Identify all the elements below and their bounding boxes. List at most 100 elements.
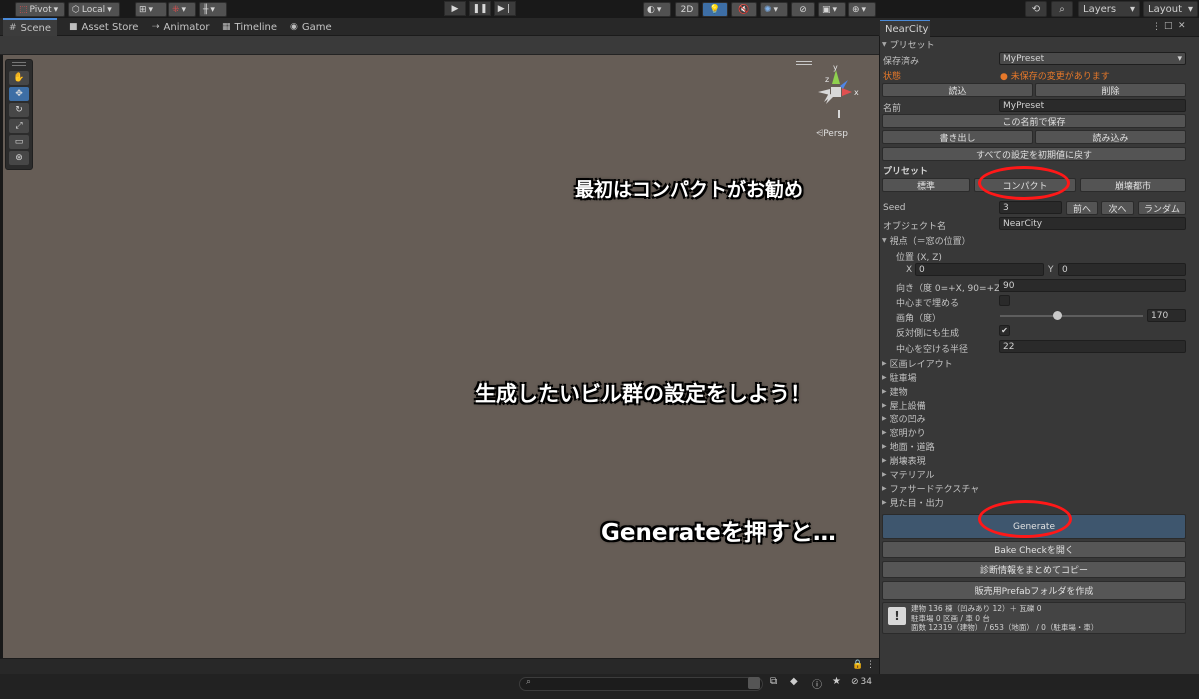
foldout-block-layout[interactable]: ▶ 区画レイアウト [882,357,953,370]
random-label: ランダム [1143,204,1180,215]
rotate-tool[interactable]: ↻ [9,103,29,117]
direction-value: 90 [1003,280,1015,291]
foldout-window-recess[interactable]: ▶ 窓の凹み [882,412,926,425]
timeline-icon: ▦ [222,22,231,32]
history-button[interactable]: ⟲ [1025,1,1047,17]
local-dropdown[interactable]: ⬡ Local ▾ [68,2,120,17]
preset-standard-button[interactable]: 標準 [882,178,970,192]
fill-center-label: 中心まで埋める [896,299,960,309]
gizmos-dropdown[interactable]: ⊕ ▾ [848,2,876,17]
ruler-icon: ╫ [203,4,209,15]
layout-dropdown[interactable]: Layout ▾ [1143,1,1198,17]
maximize-icon[interactable]: □ [1164,21,1173,31]
menu-icon[interactable]: ⋮ [866,660,875,670]
foldout-label: 駐車場 [889,374,917,384]
rect-tool[interactable]: ▭ [9,135,29,149]
effects-dropdown[interactable]: ✺ ▾ [760,2,788,17]
center-radius-input[interactable]: 22 [999,340,1186,353]
direction-input[interactable]: 90 [999,279,1186,292]
info-icon[interactable]: ⓘ [812,676,822,691]
search-filter-icon[interactable] [748,677,760,689]
hand-tool[interactable]: ✋ [9,71,29,85]
audio-toggle[interactable]: 🔇 [731,2,757,17]
close-icon[interactable]: ✕ [1178,21,1186,31]
tab-scene[interactable]: # Scene [3,18,58,36]
camera-dropdown[interactable]: ▣ ▾ [818,2,846,17]
random-button[interactable]: ランダム [1138,201,1186,215]
prev-button[interactable]: 前へ [1066,201,1098,215]
fov-slider-thumb[interactable] [1052,311,1062,320]
lock-icon[interactable]: 🔒 [852,660,863,670]
position-y-input[interactable]: 0 [1058,263,1186,276]
next-button[interactable]: 次へ [1101,201,1134,215]
foldout-facade-texture[interactable]: ▶ ファサードテクスチャ [882,482,979,495]
menu-icon[interactable]: ⋮ [1152,22,1161,32]
drag-handle-icon[interactable] [12,62,26,66]
foldout-appearance-output[interactable]: ▶ 見た目・出力 [882,496,944,509]
chevron-down-icon: ▾ [53,4,59,15]
2d-toggle[interactable]: 2D [675,2,699,17]
reset-button[interactable]: すべての設定を初期値に戻す [882,147,1186,161]
export-button[interactable]: 書き出し [882,130,1033,144]
triangle-down-icon: ▼ [882,237,887,244]
hidden-objects-toggle[interactable]: ⊘ [791,2,815,17]
seed-input[interactable]: 3 [999,201,1062,214]
search-icon: ⌕ [1059,3,1065,15]
play-button[interactable]: ▶ [444,1,466,16]
projection-toggle[interactable]: ⩤Persp [816,129,848,139]
viewpoint-foldout[interactable]: ▼ 視点（＝窓の位置） [882,234,971,247]
object-name-input[interactable]: NearCity [999,217,1186,230]
layers-dropdown[interactable]: Layers ▾ [1078,1,1140,17]
save-as-button[interactable]: この名前で保存 [882,114,1186,128]
tab-asset-store[interactable]: ■ Asset Store [63,18,144,36]
star-icon[interactable]: ★ [832,676,841,687]
opposite-side-checkbox[interactable]: ✔ [999,325,1010,336]
tag-icon[interactable]: ◆ [790,676,798,687]
tab-game[interactable]: ◉ Game [284,18,338,36]
preset-ruined-button[interactable]: 崩壊都市 [1080,178,1186,192]
move-tool[interactable]: ✥ [9,87,29,101]
name-input[interactable]: MyPreset [999,99,1186,112]
preset-foldout[interactable]: ▼ プリセット [882,38,935,51]
load-button[interactable]: 読込 [882,83,1033,97]
ruler-dropdown[interactable]: ╫ ▾ [199,2,227,17]
draw-mode-dropdown[interactable]: ◐ ▾ [643,2,671,17]
import-button[interactable]: 読み込み [1035,130,1186,144]
search-button[interactable]: ⌕ [1051,1,1073,17]
foldout-material[interactable]: ▶ マテリアル [882,468,935,481]
foldout-ground-roads[interactable]: ▶ 地面・道路 [882,440,935,453]
tab-timeline[interactable]: ▦ Timeline [216,18,283,36]
pivot-dropdown[interactable]: ⬚ Pivot ▾ [15,2,65,17]
position-x-input[interactable]: 0 [915,263,1044,276]
grid-snap-dropdown[interactable]: ⊞ ▾ [135,2,167,17]
copy-diagnostics-button[interactable]: 診断情報をまとめてコピー [882,561,1186,578]
name-label: 名前 [883,104,902,114]
pause-button[interactable]: ❚❚ [469,1,491,16]
tab-animator[interactable]: ⇢ Animator [146,18,216,36]
fill-center-checkbox[interactable] [999,295,1010,306]
scene-gizmo[interactable]: y z x [808,62,864,124]
bake-check-button[interactable]: Bake Checkを開く [882,541,1186,558]
delete-button[interactable]: 削除 [1035,83,1186,97]
create-prefab-folder-button[interactable]: 販売用Prefabフォルダを作成 [882,581,1186,600]
transform-tool[interactable]: ⊛ [9,151,29,165]
hidden-count[interactable]: ⊘ 34 [851,677,872,687]
snap-increment-dropdown[interactable]: ⁜ ▾ [168,2,196,17]
tab-nearcity[interactable]: NearCity [880,20,930,37]
fov-input[interactable]: 170 [1147,309,1186,322]
fov-slider-track[interactable] [1000,315,1143,317]
object-filter-icon[interactable]: ⧉ [770,676,777,687]
foldout-parking[interactable]: ▶ 駐車場 [882,371,917,384]
lighting-toggle[interactable]: 💡 [702,2,728,17]
scale-tool[interactable]: ⤢ [9,119,29,133]
foldout-rooftop[interactable]: ▶ 屋上設備 [882,399,926,412]
foldout-window-lights[interactable]: ▶ 窓明かり [882,426,926,439]
scene-view[interactable] [3,55,879,658]
saved-preset-dropdown[interactable]: MyPreset ▾ [999,52,1186,65]
foldout-ruin[interactable]: ▶ 崩壊表現 [882,454,926,467]
effects-icon: ✺ [764,4,772,15]
save-as-label: この名前で保存 [1002,117,1066,128]
hierarchy-search-input[interactable]: ⌕ [519,677,763,691]
step-button[interactable]: ▶❘ [494,1,516,16]
foldout-buildings[interactable]: ▶ 建物 [882,385,908,398]
